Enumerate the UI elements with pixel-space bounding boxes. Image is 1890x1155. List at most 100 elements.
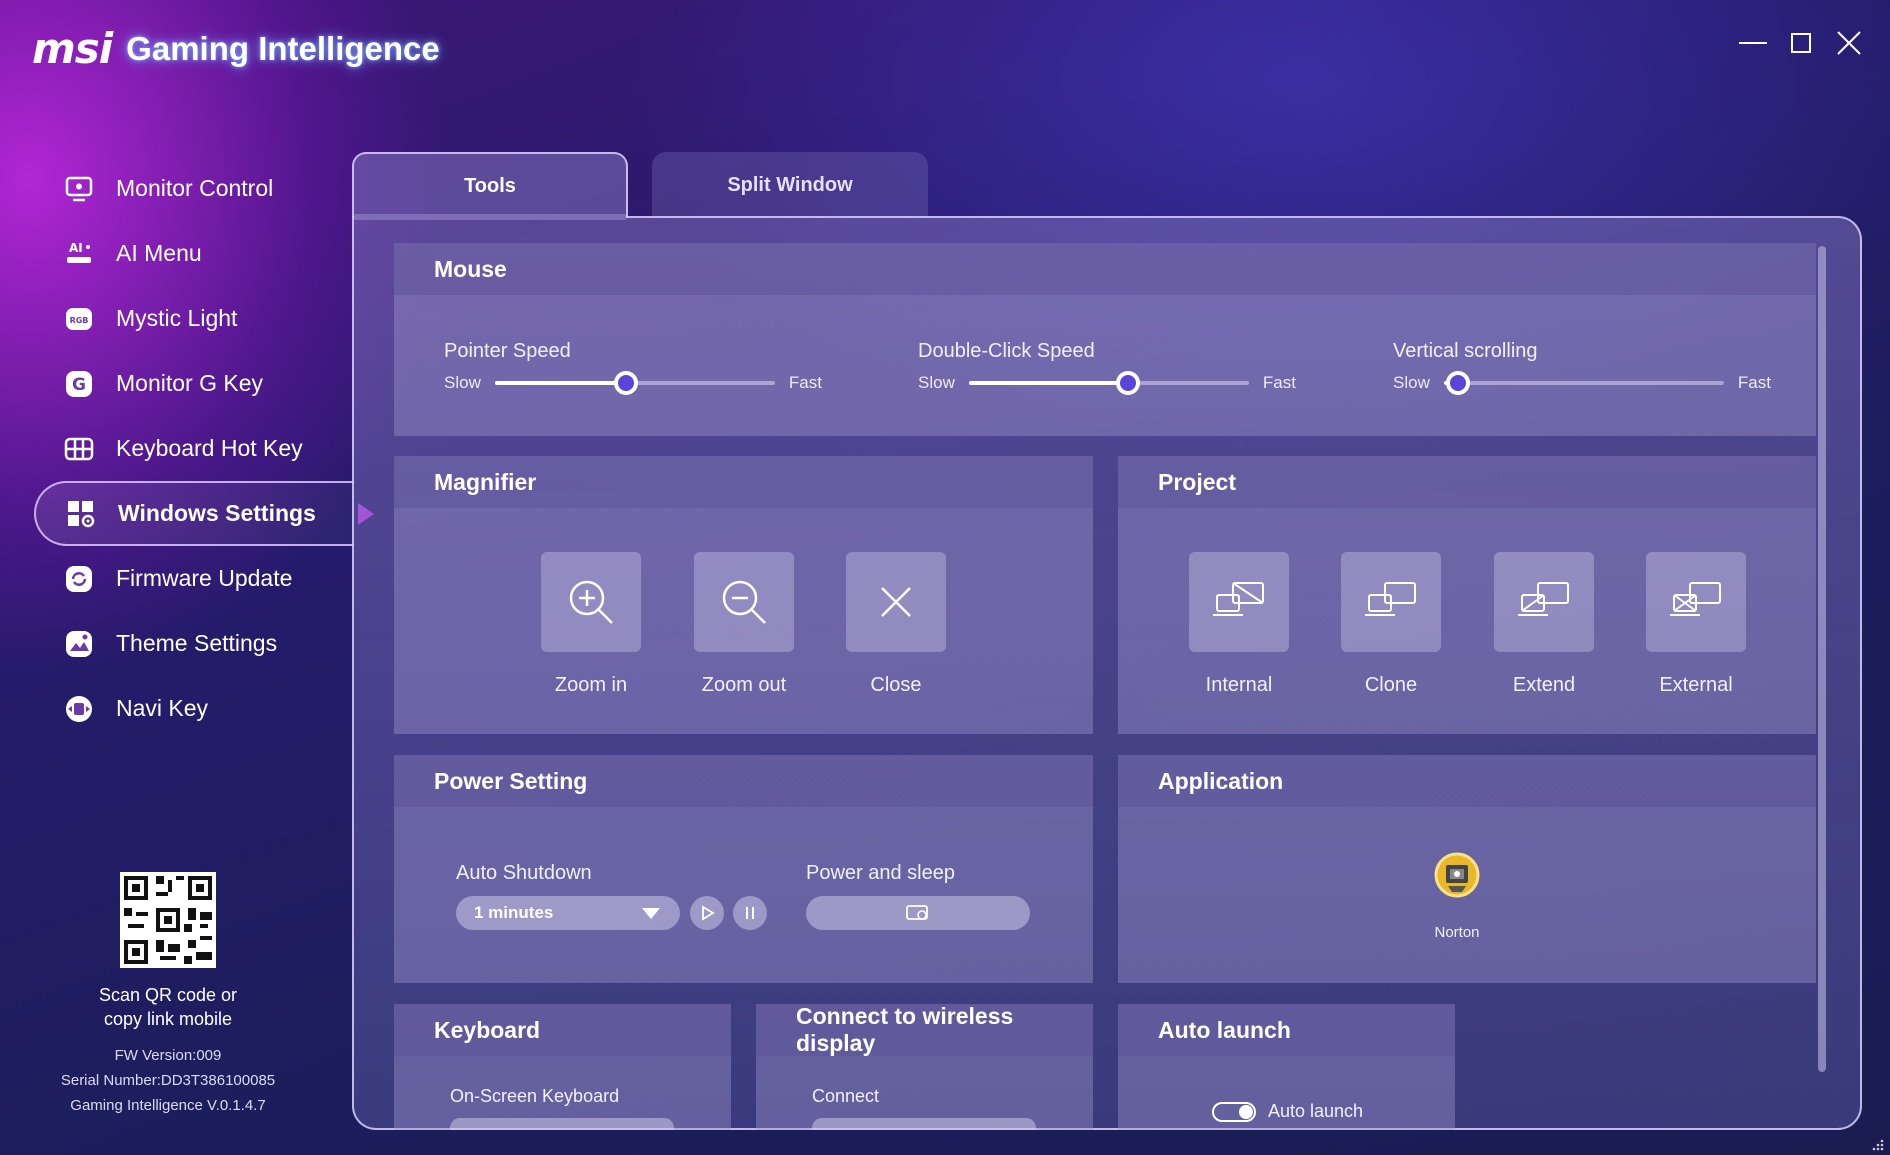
pointer-speed-label: Pointer Speed xyxy=(444,340,571,362)
navi-key-icon xyxy=(62,692,96,726)
slider-max-label: Fast xyxy=(788,373,822,392)
sidebar-item-ai-menu[interactable]: AI AI Menu xyxy=(34,221,354,286)
panel-scrollbar[interactable] xyxy=(1818,246,1826,1072)
internal-label: Internal xyxy=(1205,674,1273,696)
theme-icon xyxy=(62,627,96,661)
project-external-icon xyxy=(1670,582,1721,616)
project-title: Project xyxy=(1118,456,1816,508)
close-icon xyxy=(1837,31,1861,55)
pointer-speed-slider: Pointer Speed Slow Fast xyxy=(444,340,844,395)
fw-version: FW Version:009 xyxy=(114,1047,222,1064)
double-click-speed-track[interactable] xyxy=(968,371,1249,395)
qr-text-line1: Scan QR code or xyxy=(98,985,238,1005)
sidebar-item-label: Monitor Control xyxy=(116,175,274,201)
msi-logo: msi xyxy=(32,24,113,73)
sidebar-nav: Monitor Control AI AI Menu RGB Mystic Li… xyxy=(34,156,374,741)
tab-connector xyxy=(354,214,626,220)
shutdown-pause-button[interactable] xyxy=(733,896,767,930)
svg-text:G: G xyxy=(72,375,86,395)
sidebar-item-label: Windows Settings xyxy=(118,500,316,526)
close-label: Close xyxy=(870,674,922,696)
vertical-scrolling-track[interactable] xyxy=(1443,371,1724,395)
project-extend-icon xyxy=(1518,582,1569,616)
zoom-out-label: Zoom out xyxy=(701,674,787,696)
mouse-title: Mouse xyxy=(394,243,1816,295)
project-clone-icon xyxy=(1365,582,1416,616)
slider-min-label: Slow xyxy=(918,373,955,392)
magnifier-close-button[interactable]: Close xyxy=(846,552,946,697)
keyboard-icon xyxy=(62,432,96,466)
external-label: External xyxy=(1659,674,1733,696)
auto-launch-toggle[interactable] xyxy=(1212,1102,1256,1122)
slider-fill xyxy=(968,381,1129,385)
onscreen-keyboard-label: On-Screen Keyboard xyxy=(450,1086,620,1106)
project-internal-icon xyxy=(1213,582,1264,616)
app-name: Gaming Intelligence xyxy=(126,29,440,67)
rgb-icon: RGB xyxy=(62,302,96,336)
auto-shutdown-label: Auto Shutdown xyxy=(456,862,592,884)
dropdown-caret-icon xyxy=(642,908,660,919)
slider-max-label: Fast xyxy=(1262,373,1296,392)
sidebar-item-theme-settings[interactable]: Theme Settings xyxy=(34,611,354,676)
sidebar-item-mystic-light[interactable]: RGB Mystic Light xyxy=(34,286,354,351)
app-version: Gaming Intelligence V.0.1.4.7 xyxy=(70,1097,266,1114)
wireless-display-card: Connect to wireless display xyxy=(756,1004,1093,1130)
project-external-button[interactable]: External xyxy=(1646,552,1746,697)
clone-label: Clone xyxy=(1364,674,1418,696)
maximize-button[interactable] xyxy=(1784,28,1818,58)
project-clone-button[interactable]: Clone xyxy=(1341,552,1441,697)
onscreen-keyboard-button[interactable] xyxy=(450,1118,674,1130)
project-internal-button[interactable]: Internal xyxy=(1189,552,1289,697)
slider-thumb[interactable] xyxy=(1445,371,1470,395)
zoom-in-button[interactable]: Zoom in xyxy=(541,552,641,697)
serial-number: Serial Number:DD3T386100085 xyxy=(60,1072,276,1089)
windows-settings-icon xyxy=(64,497,98,531)
app-title: msi Gaming Intelligence xyxy=(32,24,440,73)
power-sleep-button[interactable] xyxy=(806,896,1030,930)
sidebar-item-label: Theme Settings xyxy=(116,630,278,656)
sidebar-item-firmware-update[interactable]: Firmware Update xyxy=(34,546,354,611)
wireless-display-title: Connect to wireless display xyxy=(756,1004,1093,1056)
maximize-icon xyxy=(1791,33,1811,53)
pointer-speed-track[interactable] xyxy=(494,371,775,395)
firmware-icon xyxy=(62,562,96,596)
tab-split-window[interactable]: Split Window xyxy=(652,152,928,218)
qr-info-area: Scan QR code or copy link mobile FW Vers… xyxy=(40,872,296,1118)
sidebar-item-windows-settings[interactable]: Windows Settings xyxy=(34,481,374,546)
resize-grip-icon[interactable] xyxy=(1870,1137,1884,1151)
zoom-out-icon xyxy=(722,580,766,624)
connect-button[interactable] xyxy=(812,1118,1036,1130)
ai-menu-icon: AI xyxy=(62,237,96,271)
sidebar-item-navi-key[interactable]: Navi Key xyxy=(34,676,354,741)
vertical-scrolling-slider: Vertical scrolling Slow Fast xyxy=(1393,340,1793,395)
slider-thumb[interactable] xyxy=(614,371,639,395)
auto-shutdown-value: 1 minutes xyxy=(474,903,554,922)
project-extend-button[interactable]: Extend xyxy=(1494,552,1594,697)
close-window-button[interactable] xyxy=(1832,28,1866,58)
slider-fill xyxy=(494,381,627,385)
auto-shutdown-select[interactable]: 1 minutes xyxy=(456,896,680,930)
slider-thumb[interactable] xyxy=(1116,371,1141,395)
tab-tools[interactable]: Tools xyxy=(352,152,628,218)
sidebar-item-keyboard-hot-key[interactable]: Keyboard Hot Key xyxy=(34,416,354,481)
qr-code[interactable] xyxy=(120,872,216,968)
zoom-out-button[interactable]: Zoom out xyxy=(694,552,794,697)
sidebar-item-label: Navi Key xyxy=(116,695,209,721)
minimize-button[interactable] xyxy=(1736,28,1770,58)
slider-max-label: Fast xyxy=(1737,373,1771,392)
svg-text:AI: AI xyxy=(69,241,83,255)
auto-launch-toggle-label: Auto launch xyxy=(1268,1101,1364,1121)
shutdown-start-button[interactable] xyxy=(690,896,724,930)
sidebar-item-monitor-g-key[interactable]: G Monitor G Key xyxy=(34,351,354,416)
power-sleep-label: Power and sleep xyxy=(806,862,955,884)
sidebar-item-label: AI Menu xyxy=(116,240,202,266)
monitor-icon xyxy=(62,172,96,206)
g-key-icon: G xyxy=(62,367,96,401)
power-setting-title: Power Setting xyxy=(394,755,1093,807)
connect-label: Connect xyxy=(812,1086,880,1106)
norton-app-button[interactable] xyxy=(1432,850,1482,900)
sidebar-item-monitor-control[interactable]: Monitor Control xyxy=(34,156,354,221)
sidebar-item-label: Keyboard Hot Key xyxy=(116,435,303,461)
window-controls xyxy=(1736,28,1866,58)
magnifier-title: Magnifier xyxy=(394,456,1093,508)
